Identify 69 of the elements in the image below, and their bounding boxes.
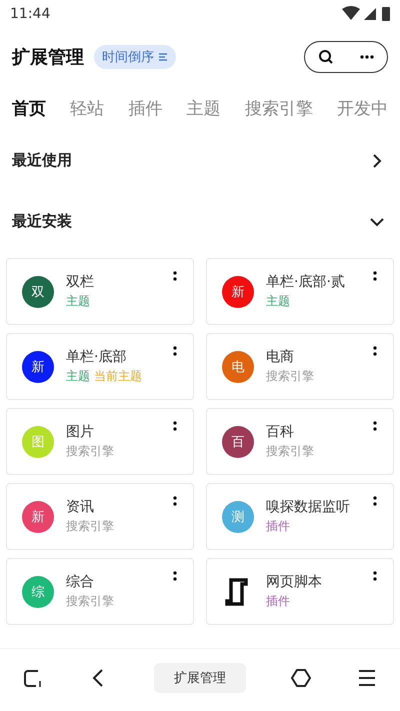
section-title: 最近安装 xyxy=(12,212,72,231)
extension-name: 电商 xyxy=(266,348,295,366)
extension-avatar: 新 xyxy=(22,500,54,532)
sort-chip[interactable]: 时间倒序 xyxy=(94,45,176,69)
more-vertical-icon[interactable] xyxy=(373,571,377,583)
extension-name: 双栏 xyxy=(66,273,95,291)
extension-name: 图片 xyxy=(66,423,95,441)
extension-tag: 插件 xyxy=(266,593,290,610)
tab[interactable]: 轻站 xyxy=(70,96,104,120)
extension-avatar: 新 xyxy=(22,350,54,382)
section-header[interactable]: 最近使用 xyxy=(0,130,400,191)
extension-avatar: 综 xyxy=(22,576,54,608)
extension-name: 综合 xyxy=(66,573,95,591)
extension-avatar: 新 xyxy=(222,276,254,308)
current-page-label[interactable]: 扩展管理 xyxy=(154,663,246,693)
extension-avatar: 电 xyxy=(222,350,254,382)
extension-card[interactable]: 百 百科 搜索引擎 xyxy=(206,408,394,475)
extension-tag: 搜索引擎 xyxy=(66,518,114,535)
tab[interactable]: 开发中 xyxy=(336,96,388,120)
more-vertical-icon[interactable] xyxy=(173,496,177,508)
extension-tag: 主题 xyxy=(66,368,90,385)
page-title: 扩展管理 xyxy=(12,46,84,69)
extension-tag: 插件 xyxy=(266,518,290,535)
extension-avatar: 图 xyxy=(22,426,54,458)
extension-card[interactable]: 新 单栏·底部 主题 当前主题 xyxy=(6,333,194,400)
tab[interactable]: 主题 xyxy=(186,96,221,120)
section-title: 最近使用 xyxy=(12,151,72,170)
more-vertical-icon[interactable] xyxy=(173,271,177,283)
more-vertical-icon[interactable] xyxy=(173,346,177,358)
menu-icon[interactable] xyxy=(356,667,378,689)
tab[interactable]: 插件 xyxy=(128,96,162,120)
extension-avatar: 测 xyxy=(222,500,254,532)
extension-card[interactable]: 双 双栏 主题 xyxy=(6,258,194,325)
extension-card[interactable]: 图 图片 搜索引擎 xyxy=(6,408,194,475)
extension-tag: 主题 xyxy=(266,293,290,310)
extension-card[interactable]: 综 综合 搜索引擎 xyxy=(6,558,194,625)
extension-card[interactable]: 新 资讯 搜索引擎 xyxy=(6,483,194,550)
extension-tag: 主题 xyxy=(66,293,90,310)
section-header[interactable]: 最近安装 xyxy=(0,191,400,252)
extension-name: 资讯 xyxy=(66,498,95,516)
extension-tag: 当前主题 xyxy=(94,368,142,385)
sort-icon xyxy=(158,52,168,62)
more-vertical-icon[interactable] xyxy=(173,421,177,433)
more-vertical-icon[interactable] xyxy=(373,271,377,283)
home-icon[interactable] xyxy=(290,667,312,689)
extension-tag: 搜索引擎 xyxy=(66,593,114,610)
status-time: 11:44 xyxy=(10,6,50,22)
more-vertical-icon[interactable] xyxy=(173,571,177,583)
extension-card[interactable]: 测 嗅探数据监听 插件 xyxy=(206,483,394,550)
tab[interactable]: 首页 xyxy=(12,96,46,120)
extension-name: 百科 xyxy=(266,423,295,441)
extension-card[interactable]: 新 单栏·底部·贰 主题 xyxy=(206,258,394,325)
extension-tag: 搜索引擎 xyxy=(66,443,114,460)
extension-name: 单栏·底部 xyxy=(66,348,128,366)
tab[interactable]: 搜索引擎 xyxy=(244,96,313,120)
extension-name: 单栏·底部·贰 xyxy=(266,273,346,291)
extension-tag: 搜索引擎 xyxy=(266,368,314,385)
status-icons xyxy=(342,6,392,22)
extension-name: 嗅探数据监听 xyxy=(266,498,351,516)
extension-avatar: 百 xyxy=(222,426,254,458)
more-vertical-icon[interactable] xyxy=(373,346,377,358)
extension-avatar: 双 xyxy=(22,276,54,308)
extension-tag: 搜索引擎 xyxy=(266,443,314,460)
tabs-icon[interactable] xyxy=(22,667,44,689)
extension-name: 网页脚本 xyxy=(266,573,323,591)
more-vertical-icon[interactable] xyxy=(373,496,377,508)
extension-card[interactable]: 电 电商 搜索引擎 xyxy=(206,333,394,400)
extension-card[interactable]: 网页脚本 插件 xyxy=(206,558,394,625)
more-vertical-icon[interactable] xyxy=(373,421,377,433)
